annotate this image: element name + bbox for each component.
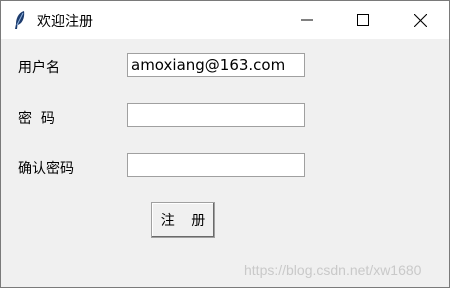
password-label: 密 码 (18, 111, 55, 127)
watermark-text: https://blog.csdn.net/xw1680 (244, 262, 422, 278)
minimize-button[interactable] (284, 1, 330, 39)
minimize-icon (301, 19, 313, 21)
feather-icon (13, 10, 27, 30)
username-label: 用户名 (18, 60, 60, 76)
register-button[interactable]: 注 册 (151, 202, 215, 238)
close-button[interactable] (397, 1, 443, 39)
username-input[interactable] (127, 53, 305, 77)
confirm-password-input[interactable] (127, 153, 305, 177)
title-bar[interactable]: 欢迎注册 (1, 1, 449, 39)
password-input[interactable] (127, 103, 305, 127)
maximize-button[interactable] (340, 1, 386, 39)
maximize-icon (357, 14, 369, 26)
window-title: 欢迎注册 (37, 14, 93, 30)
register-window: 欢迎注册 用户名 密 码 确认密码 注 册 (0, 0, 450, 288)
close-icon (413, 13, 427, 27)
confirm-password-label: 确认密码 (18, 161, 74, 177)
